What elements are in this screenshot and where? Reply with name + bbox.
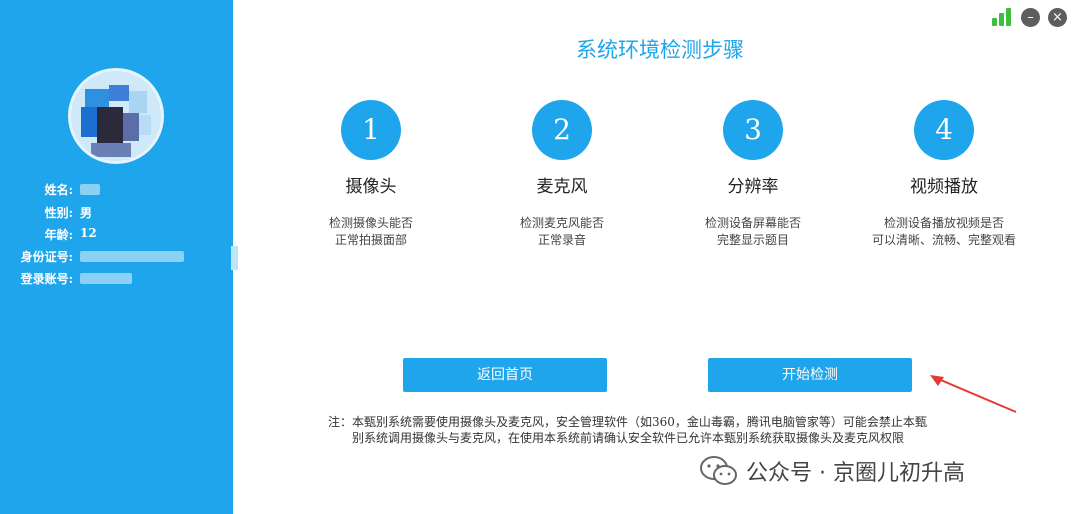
id-number-redacted bbox=[80, 251, 184, 262]
avatar bbox=[68, 68, 164, 164]
start-check-button[interactable]: 开始检测 bbox=[708, 358, 912, 392]
step-camera: 1 摄像头 检测摄像头能否 正常拍摄面部 bbox=[276, 100, 466, 249]
id-number-label: 身份证号: bbox=[20, 250, 73, 264]
age-label: 年龄: bbox=[44, 228, 73, 242]
age-value: 12 bbox=[80, 226, 97, 240]
close-button[interactable]: × bbox=[1048, 8, 1067, 27]
security-note: 注：本甄别系统需要使用摄像头及麦克风，安全管理软件（如360，金山毒霸，腾讯电脑… bbox=[328, 414, 1008, 446]
step-description: 检测摄像头能否 正常拍摄面部 bbox=[328, 216, 413, 247]
account-label: 登录账号: bbox=[20, 272, 73, 286]
step-video-playback: 4 视频播放 检测设备播放视频是否 可以清晰、流畅、完整观看 bbox=[849, 100, 1039, 249]
step-name: 摄像头 bbox=[345, 177, 397, 197]
wechat-icon bbox=[700, 456, 737, 485]
account-field: 登录账号: bbox=[0, 270, 233, 286]
page-title: 系统环境检测步骤 bbox=[576, 38, 744, 62]
step-name: 麦克风 bbox=[536, 177, 588, 197]
name-field: 姓名: bbox=[0, 181, 233, 197]
step-description: 检测麦克风能否 正常录音 bbox=[519, 216, 604, 247]
step-number: 4 bbox=[914, 100, 974, 160]
account-redacted bbox=[80, 273, 132, 284]
step-name: 视频播放 bbox=[910, 177, 978, 197]
sidebar-collapse-handle[interactable] bbox=[231, 246, 238, 270]
name-label: 姓名: bbox=[44, 183, 73, 197]
gender-field: 性别: 男 bbox=[0, 204, 233, 220]
step-description: 检测设备播放视频是否 可以清晰、流畅、完整观看 bbox=[871, 216, 1016, 247]
step-description: 检测设备屏幕能否 完整显示题目 bbox=[704, 216, 801, 247]
watermark: 公众号 · 京圈儿初升高 bbox=[700, 454, 965, 488]
step-number: 1 bbox=[341, 100, 401, 160]
gender-value: 男 bbox=[80, 206, 93, 220]
back-home-button[interactable]: 返回首页 bbox=[403, 358, 607, 392]
watermark-text: 公众号 · 京圈儿初升高 bbox=[746, 461, 965, 486]
id-number-field: 身份证号: bbox=[0, 248, 233, 264]
red-arrow-icon bbox=[930, 375, 1017, 413]
step-number: 2 bbox=[532, 100, 592, 160]
note-line-1: 注：本甄别系统需要使用摄像头及麦克风，安全管理软件（如360，金山毒霸，腾讯电脑… bbox=[328, 415, 927, 429]
step-resolution: 3 分辨率 检测设备屏幕能否 完整显示题目 bbox=[658, 100, 848, 249]
step-microphone: 2 麦克风 检测麦克风能否 正常录音 bbox=[467, 100, 657, 249]
sidebar: 姓名: 性别: 男 年龄: 12 身份证号: 登录账号: bbox=[0, 0, 233, 514]
note-line-2: 别系统调用摄像头与麦克风，在使用本系统前请确认安全软件已允许本甄别系统获取摄像头… bbox=[352, 431, 905, 445]
step-name: 分辨率 bbox=[727, 177, 779, 197]
signal-bars-icon bbox=[992, 8, 1014, 26]
step-number: 3 bbox=[723, 100, 783, 160]
gender-label: 性别: bbox=[44, 206, 73, 220]
name-redacted bbox=[80, 184, 100, 195]
age-field: 年龄: 12 bbox=[0, 226, 233, 242]
minimize-button[interactable]: – bbox=[1021, 8, 1040, 27]
